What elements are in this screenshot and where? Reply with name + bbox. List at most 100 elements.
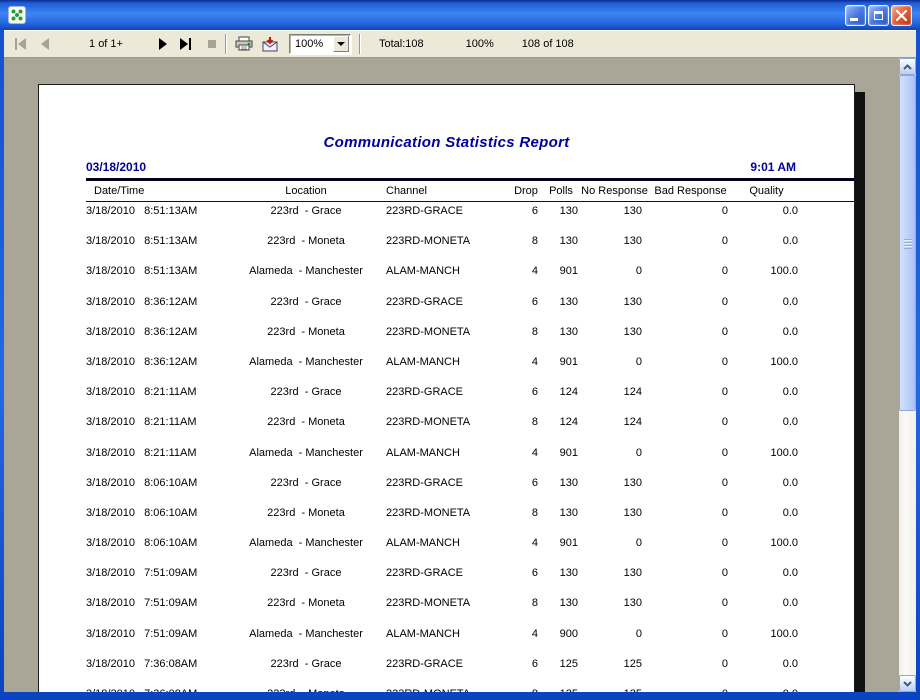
cell-quality: 100.0: [733, 265, 800, 292]
cell-polls: 124: [541, 386, 581, 413]
app-icon[interactable]: [8, 6, 26, 24]
cell-drop: 6: [511, 658, 541, 685]
table-row: 3/18/2010 7:36:08AM223rd - Moneta223RD-M…: [86, 685, 854, 692]
table-row: 3/18/2010 8:51:13AM223rd - Grace223RD-GR…: [86, 202, 854, 232]
cell-channel: ALAM-MANCH: [386, 447, 511, 474]
minimize-icon: [850, 18, 858, 21]
scrollbar-grip: [904, 239, 912, 249]
close-button[interactable]: [891, 5, 912, 26]
cell-polls: 130: [541, 235, 581, 262]
cell-location: 223rd - Moneta: [226, 416, 386, 443]
cell-polls: 901: [541, 265, 581, 292]
scroll-up-button[interactable]: [899, 58, 916, 75]
cell-bad-response: 0: [648, 477, 733, 504]
cell-no-response: 130: [581, 326, 648, 353]
next-page-icon: [156, 38, 170, 50]
last-page-button[interactable]: [178, 38, 193, 50]
cell-polls: 130: [541, 507, 581, 534]
scrollbar-thumb[interactable]: [899, 75, 916, 411]
cell-datetime: 3/18/2010 8:36:12AM: [86, 296, 226, 323]
zoom-value: 100%: [290, 38, 323, 50]
cell-channel: 223RD-GRACE: [386, 477, 511, 504]
page-shadow: [855, 92, 865, 692]
cell-channel: ALAM-MANCH: [386, 265, 511, 292]
cell-quality: 100.0: [733, 537, 800, 564]
cell-location: 223rd - Grace: [226, 477, 386, 504]
report-title: Communication Statistics Report: [39, 134, 854, 151]
cell-location: 223rd - Moneta: [226, 507, 386, 534]
cell-datetime: 3/18/2010 7:51:09AM: [86, 628, 226, 655]
cell-location: Alameda - Manchester: [226, 447, 386, 474]
previous-page-button[interactable]: [38, 38, 52, 50]
cell-quality: 0.0: [733, 205, 800, 232]
table-row: 3/18/2010 8:21:11AM223rd - Grace223RD-GR…: [86, 383, 854, 413]
cell-no-response: 0: [581, 447, 648, 474]
cell-no-response: 0: [581, 265, 648, 292]
cell-drop: 4: [511, 628, 541, 655]
table-body: 3/18/2010 8:51:13AM223rd - Grace223RD-GR…: [86, 202, 854, 692]
table-row: 3/18/2010 7:51:09AM223rd - Moneta223RD-M…: [86, 594, 854, 624]
maximize-button[interactable]: [868, 5, 889, 26]
report-workspace: Communication Statistics Report 03/18/20…: [4, 58, 916, 692]
table-row: 3/18/2010 7:51:09AM223rd - Grace223RD-GR…: [86, 564, 854, 594]
cell-no-response: 124: [581, 416, 648, 443]
table-row: 3/18/2010 8:51:13AM223rd - Moneta223RD-M…: [86, 232, 854, 262]
cell-datetime: 3/18/2010 8:36:12AM: [86, 356, 226, 383]
cell-datetime: 3/18/2010 7:51:09AM: [86, 597, 226, 624]
cell-no-response: 0: [581, 356, 648, 383]
cell-drop: 6: [511, 567, 541, 594]
cell-datetime: 3/18/2010 8:51:13AM: [86, 235, 226, 262]
scroll-down-button[interactable]: [899, 675, 916, 692]
table-row: 3/18/2010 8:36:12AM223rd - Grace223RD-GR…: [86, 293, 854, 323]
cell-datetime: 3/18/2010 8:06:10AM: [86, 537, 226, 564]
cell-bad-response: 0: [648, 628, 733, 655]
cell-bad-response: 0: [648, 447, 733, 474]
stop-loading-button[interactable]: [207, 39, 217, 49]
cell-no-response: 130: [581, 205, 648, 232]
cell-datetime: 3/18/2010 8:06:10AM: [86, 507, 226, 534]
cell-location: 223rd - Moneta: [226, 597, 386, 624]
cell-drop: 8: [511, 326, 541, 353]
export-button[interactable]: [261, 36, 279, 52]
cell-no-response: 125: [581, 658, 648, 685]
cell-quality: 0.0: [733, 658, 800, 685]
cell-location: Alameda - Manchester: [226, 356, 386, 383]
chevron-down-icon: [903, 681, 912, 687]
cell-quality: 100.0: [733, 447, 800, 474]
cell-location: 223rd - Grace: [226, 658, 386, 685]
zoom-combobox[interactable]: 100%: [289, 34, 351, 54]
print-button[interactable]: [235, 36, 253, 52]
record-count-label: 108 of 108: [522, 38, 574, 50]
first-page-icon: [14, 38, 28, 50]
column-header-drop: Drop: [511, 185, 541, 197]
page-indicator: 1 of 1+: [76, 38, 136, 50]
cell-drop: 8: [511, 688, 541, 692]
first-page-button[interactable]: [14, 38, 28, 50]
cell-polls: 901: [541, 356, 581, 383]
table-row: 3/18/2010 8:06:10AMAlameda - ManchesterA…: [86, 534, 854, 564]
cell-channel: 223RD-MONETA: [386, 597, 511, 624]
report-time: 9:01 AM: [750, 160, 796, 174]
cell-channel: 223RD-MONETA: [386, 235, 511, 262]
cell-quality: 0.0: [733, 386, 800, 413]
cell-channel: ALAM-MANCH: [386, 537, 511, 564]
cell-quality: 0.0: [733, 296, 800, 323]
minimize-button[interactable]: [845, 5, 866, 26]
cell-no-response: 130: [581, 507, 648, 534]
last-page-icon: [178, 38, 193, 50]
title-bar[interactable]: [0, 0, 920, 30]
vertical-scrollbar[interactable]: [899, 58, 916, 692]
table-row: 3/18/2010 8:06:10AM223rd - Grace223RD-GR…: [86, 474, 854, 504]
table-row: 3/18/2010 8:21:11AMAlameda - ManchesterA…: [86, 444, 854, 474]
zoom-dropdown-button[interactable]: [333, 36, 349, 52]
cell-location: 223rd - Moneta: [226, 326, 386, 353]
cell-drop: 4: [511, 265, 541, 292]
cell-bad-response: 0: [648, 537, 733, 564]
dropdown-arrow-icon: [337, 42, 345, 46]
cell-datetime: 3/18/2010 7:36:08AM: [86, 658, 226, 685]
cell-quality: 0.0: [733, 326, 800, 353]
cell-drop: 6: [511, 296, 541, 323]
chevron-up-icon: [903, 64, 912, 70]
next-page-button[interactable]: [156, 38, 170, 50]
column-header-channel: Channel: [386, 185, 511, 197]
